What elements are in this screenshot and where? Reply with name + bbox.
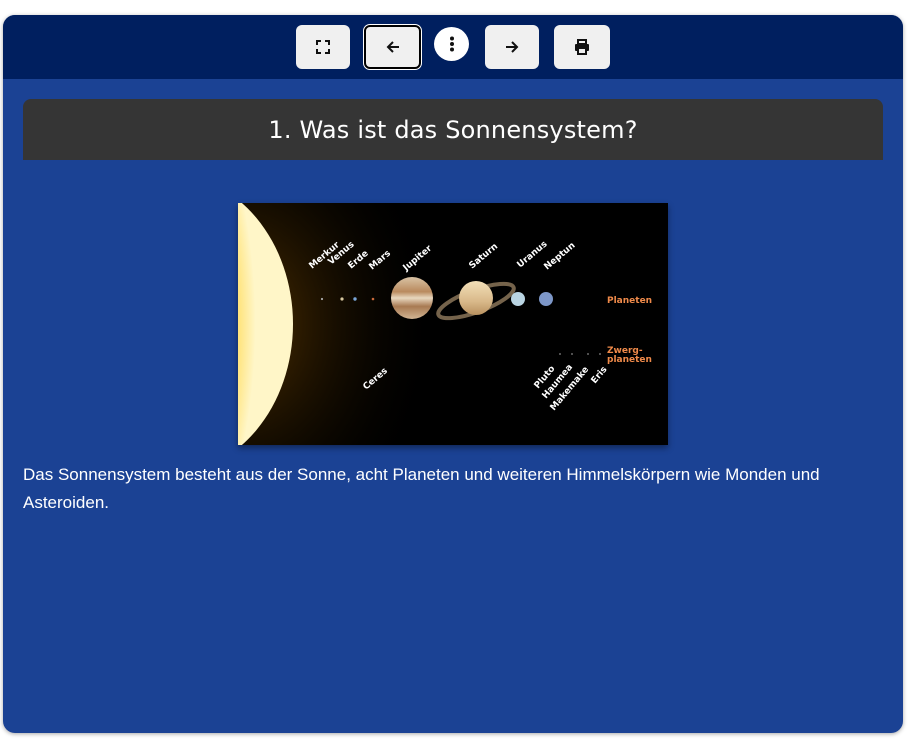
- print-button[interactable]: [554, 25, 610, 69]
- fullscreen-button[interactable]: [296, 25, 350, 69]
- printer-icon: [575, 39, 589, 55]
- jupiter: [391, 277, 433, 319]
- arrow-right-icon: [506, 41, 519, 53]
- section-title-bar: 1. Was ist das Sonnensystem?: [23, 99, 883, 160]
- section-title: 1. Was ist das Sonnensystem?: [268, 115, 638, 144]
- mercury: [320, 297, 324, 301]
- label-planeten: Planeten: [607, 296, 652, 306]
- uranus: [511, 292, 525, 306]
- saturn: [459, 281, 493, 315]
- mars: [371, 297, 375, 301]
- back-button[interactable]: [364, 25, 421, 69]
- label-planeten-2: planeten: [607, 355, 652, 365]
- solar-system-image: Merkur Venus Erde Mars Jupiter Saturn Ur…: [238, 203, 668, 445]
- more-vertical-icon: [449, 36, 454, 52]
- more-options-button[interactable]: [434, 27, 469, 61]
- venus: [340, 297, 344, 301]
- toolbar: [3, 15, 903, 79]
- fullscreen-icon: [316, 40, 330, 54]
- earth: [353, 297, 357, 301]
- section-paragraph: Das Sonnensystem besteht aus der Sonne, …: [23, 465, 820, 512]
- slide-card: 1. Was ist das Sonnensystem? Merkur Venu…: [3, 15, 903, 733]
- neptune: [539, 292, 553, 306]
- forward-button[interactable]: [485, 25, 539, 69]
- arrow-left-icon: [386, 41, 399, 53]
